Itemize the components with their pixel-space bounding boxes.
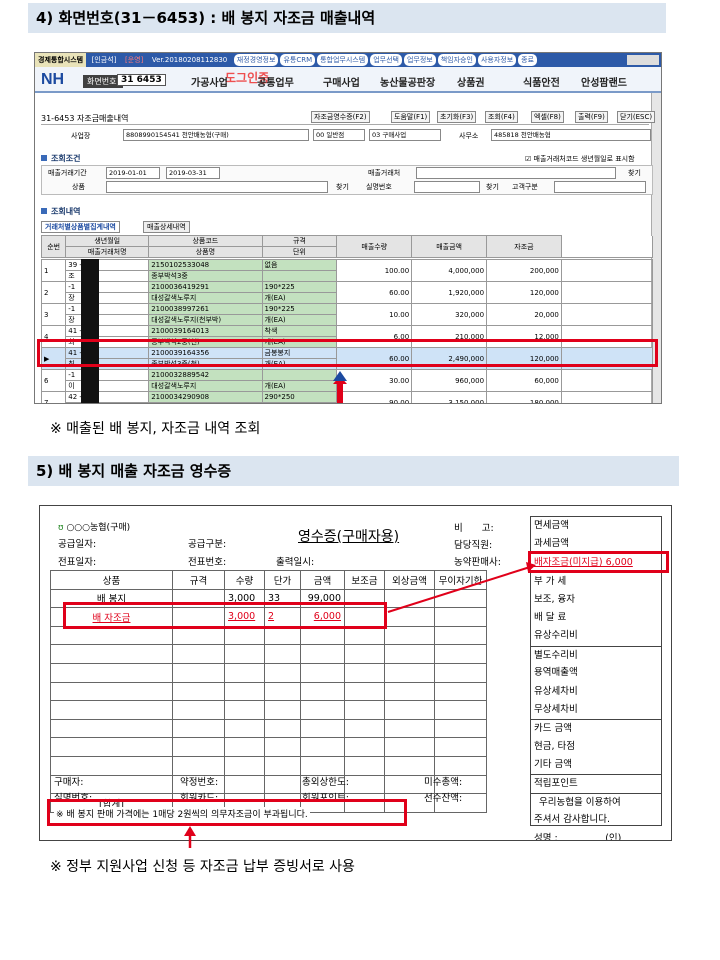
red-arrows xyxy=(184,562,536,848)
caption-2: ※ 정부 지원사업 신청 등 자조금 납부 증빙서로 사용 xyxy=(50,859,355,875)
